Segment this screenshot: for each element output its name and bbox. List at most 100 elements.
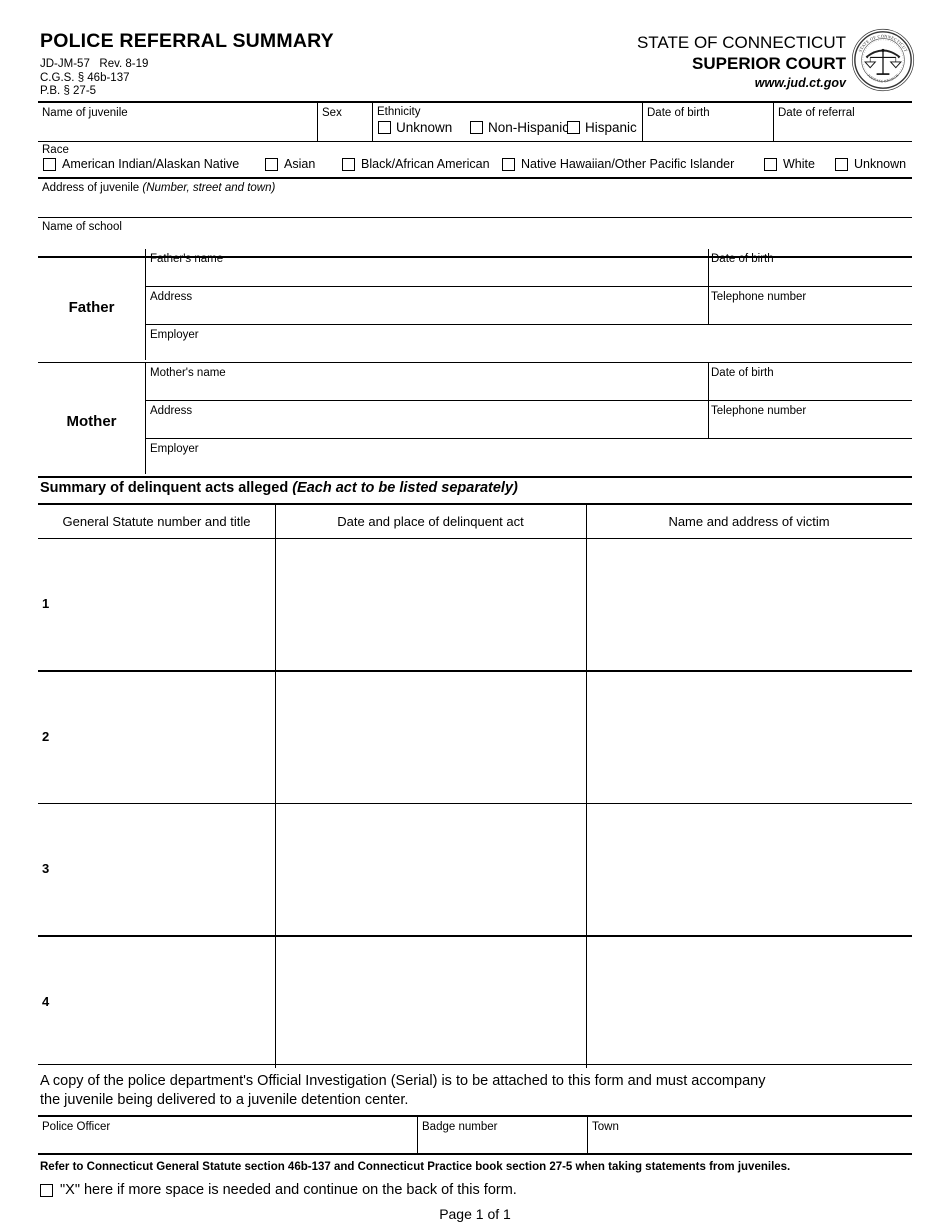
state-name: STATE OF CONNECTICUT (636, 33, 846, 52)
divider (275, 936, 276, 1068)
acts-heading-text: Summary of delinquent acts alleged (40, 480, 293, 496)
page-title: POLICE REFERRAL SUMMARY (40, 30, 334, 52)
race-option-label: Asian (284, 157, 316, 172)
father-address-row[interactable]: Address Telephone number (38, 287, 912, 324)
table-row[interactable]: 2 (38, 671, 912, 803)
divider (586, 936, 587, 1068)
officer-info-row[interactable]: Police Officer Badge number Town (38, 1117, 912, 1154)
race-option-label: White (783, 157, 815, 172)
more-space-option[interactable]: "X" here if more space is needed and con… (38, 1173, 912, 1198)
row-number: 2 (42, 728, 50, 744)
race-option-label: Native Hawaiian/Other Pacific Islander (521, 157, 735, 172)
column-header-date-place: Date and place of delinquent act (337, 514, 524, 529)
checkbox-race-white[interactable] (764, 157, 777, 171)
row-number: 4 (42, 993, 50, 1009)
table-row[interactable]: 3 (38, 804, 912, 936)
checkbox-more-space[interactable] (40, 1183, 53, 1197)
race-option-unknown[interactable]: Unknown (835, 157, 906, 171)
divider (586, 804, 587, 936)
form-number: JD-JM-57 Rev. 8-19 (40, 58, 149, 70)
mother-employer-label: Employer (150, 443, 199, 456)
form-header: POLICE REFERRAL SUMMARY JD-JM-57 Rev. 8-… (0, 0, 950, 101)
divider (708, 401, 709, 439)
ethnicity-option-unknown[interactable]: Unknown (378, 120, 452, 135)
sex-label: Sex (322, 107, 342, 119)
race-option-native-hawaiian[interactable]: Native Hawaiian/Other Pacific Islander (502, 157, 734, 171)
race-option-white[interactable]: White (764, 157, 815, 171)
mother-address-row[interactable]: Address Telephone number (38, 401, 912, 439)
checkbox-race-black-african-american[interactable] (342, 157, 355, 171)
race-option-asian[interactable]: Asian (265, 157, 315, 171)
father-employer-label: Employer (150, 329, 199, 341)
father-dob-label: Date of birth (711, 253, 774, 265)
court-name: SUPERIOR COURT (692, 54, 846, 73)
race-option-label: Unknown (854, 157, 907, 172)
race-option-label: Black/African American (361, 157, 490, 172)
mother-phone-label: Telephone number (711, 405, 807, 418)
row-number: 1 (42, 596, 50, 612)
checkbox-race-american-indian[interactable] (43, 157, 56, 171)
father-address-label: Address (150, 291, 193, 303)
checkbox-race-native-hawaiian[interactable] (502, 157, 515, 171)
table-row[interactable]: 4 (38, 936, 912, 1068)
father-employer-row[interactable]: Employer (38, 325, 912, 362)
race-row[interactable]: Race American Indian/Alaskan Native Asia… (38, 142, 912, 177)
mothers-name-label: Mother's name (150, 367, 226, 380)
town-label: Town (592, 1121, 619, 1134)
attachment-instructions-line1: A copy of the police department's Offici… (40, 1073, 766, 1090)
race-label: Race (42, 144, 69, 157)
divider (317, 103, 318, 141)
divider (708, 363, 709, 401)
race-option-black-african-american[interactable]: Black/African American (342, 157, 490, 171)
juvenile-name-row[interactable]: Name of juvenile Sex Ethnicity Unknown N… (38, 103, 912, 141)
connecticut-judicial-seal-icon: STATE OF CONNECTICUT JUDICIAL BRANCH (851, 28, 915, 92)
ethnicity-option-label: Unknown (396, 120, 453, 135)
parents-section: Father Father's name Date of birth Addre… (38, 249, 912, 478)
divider (372, 103, 373, 141)
statute-reference-note: Refer to Connecticut General Statute sec… (40, 1161, 791, 1174)
mother-employer-row[interactable]: Employer (38, 439, 912, 476)
mother-dob-label: Date of birth (711, 367, 774, 380)
delinquent-acts-section: Summary of delinquent acts alleged (Each… (38, 480, 912, 1068)
acts-section-heading: Summary of delinquent acts alleged (Each… (38, 480, 912, 496)
name-of-school-label: Name of school (42, 221, 122, 234)
checkbox-ethnicity-non-hispanic[interactable] (470, 121, 483, 134)
website-url: www.jud.ct.gov (754, 76, 846, 90)
ethnicity-option-non-hispanic[interactable]: Non-Hispanic (470, 120, 569, 135)
date-of-referral-label: Date of referral (778, 107, 855, 119)
form-page: POLICE REFERRAL SUMMARY JD-JM-57 Rev. 8-… (0, 0, 950, 1230)
table-row[interactable]: 1 (38, 539, 912, 671)
name-of-juvenile-label: Name of juvenile (42, 107, 128, 119)
father-phone-label: Telephone number (711, 291, 807, 303)
column-header-statute: General Statute number and title (62, 514, 251, 529)
more-space-label: "X" here if more space is needed and con… (60, 1182, 517, 1199)
acts-table-header: General Statute number and title Date an… (38, 505, 912, 538)
checkbox-race-unknown[interactable] (835, 157, 848, 171)
divider (417, 1117, 418, 1154)
father-name-row[interactable]: Father's name Date of birth (38, 249, 912, 286)
cgs-citation: C.G.S. § 46b-137 (40, 71, 130, 84)
agency-block: STATE OF CONNECTICUT SUPERIOR COURT www.… (637, 33, 846, 92)
juvenile-address-row[interactable]: Address of juvenile (Number, street and … (38, 179, 912, 217)
checkbox-race-asian[interactable] (265, 157, 278, 171)
page-number: Page 1 of 1 (439, 1206, 511, 1223)
checkbox-ethnicity-hispanic[interactable] (567, 121, 580, 134)
race-option-american-indian[interactable]: American Indian/Alaskan Native (43, 157, 239, 171)
police-officer-label: Police Officer (42, 1121, 111, 1134)
race-option-label: American Indian/Alaskan Native (62, 157, 240, 172)
divider (708, 287, 709, 324)
attachment-instructions-line2: the juvenile being delivered to a juveni… (40, 1092, 409, 1109)
checkbox-ethnicity-unknown[interactable] (378, 121, 391, 134)
mother-name-row[interactable]: Mother's name Date of birth (38, 363, 912, 401)
divider (773, 103, 774, 141)
address-label-hint: (Number, street and town) (142, 181, 276, 194)
divider (275, 539, 276, 671)
address-label-text: Address of juvenile (42, 181, 143, 194)
mother-block: Mother Mother's name Date of birth Addre… (38, 363, 912, 478)
divider (586, 539, 587, 671)
ethnicity-option-hispanic[interactable]: Hispanic (567, 120, 637, 135)
divider (38, 476, 912, 478)
ethnicity-label: Ethnicity (377, 106, 421, 118)
column-header-victim: Name and address of victim (668, 514, 830, 529)
mother-address-label: Address (150, 405, 193, 418)
